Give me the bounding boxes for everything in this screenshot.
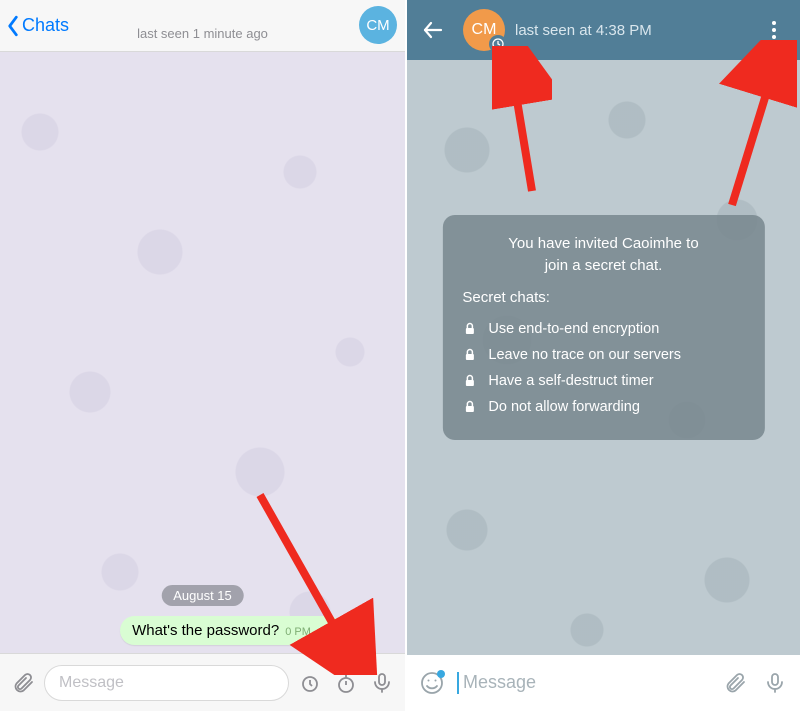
ios-input-bar: Message (0, 653, 405, 711)
input-placeholder: Message (463, 672, 536, 692)
lock-icon (462, 374, 476, 388)
paperclip-icon (11, 671, 35, 695)
self-destruct-timer-button[interactable] (295, 668, 325, 698)
lock-icon (462, 400, 476, 414)
clock-icon (492, 38, 504, 50)
ios-header: Chats last seen 1 minute ago CM (0, 0, 405, 52)
notification-dot-icon (437, 670, 445, 678)
ios-chat-screen: Chats last seen 1 minute ago CM August 1… (0, 0, 405, 711)
secret-chat-badge (489, 35, 507, 53)
feature-text: Do not allow forwarding (488, 399, 640, 415)
chat-status: last seen at 4:38 PM (515, 22, 744, 39)
android-header: CM last seen at 4:38 PM (407, 0, 800, 60)
secret-chat-feature: Do not allow forwarding (462, 394, 744, 420)
secret-chat-title: You have invited Caoimhe to join a secre… (462, 233, 744, 277)
secret-chat-subheading: Secret chats: (462, 289, 744, 306)
back-button[interactable] (413, 10, 453, 50)
outgoing-message[interactable]: What's the password? 0 PM ✓✓ (120, 616, 343, 645)
feature-text: Leave no trace on our servers (488, 347, 681, 363)
read-receipt-icon: ✓✓ (317, 624, 331, 638)
chevron-left-icon (6, 15, 20, 37)
title-line: You have invited Caoimhe to (508, 235, 698, 252)
input-placeholder: Message (59, 674, 124, 692)
more-vertical-icon (762, 18, 786, 42)
timer-icon (298, 671, 322, 695)
secret-chat-info-card: You have invited Caoimhe to join a secre… (442, 215, 764, 440)
message-text: What's the password? (132, 622, 279, 639)
avatar-initials: CM (366, 17, 389, 34)
secret-chat-feature: Have a self-destruct timer (462, 368, 744, 394)
paperclip-icon (723, 671, 747, 695)
microphone-icon (370, 671, 394, 695)
stopwatch-icon (334, 671, 358, 695)
attach-button[interactable] (720, 668, 750, 698)
attach-button[interactable] (8, 668, 38, 698)
contact-avatar[interactable]: CM (463, 9, 505, 51)
text-cursor-icon (457, 672, 459, 694)
android-input-bar: Message (407, 655, 800, 711)
contact-avatar[interactable]: CM (359, 6, 397, 44)
android-chat-screen: CM last seen at 4:38 PM You have invited… (405, 0, 800, 711)
arrow-left-icon (421, 18, 445, 42)
feature-text: Use end-to-end encryption (488, 321, 659, 337)
message-time: 0 PM (285, 626, 311, 638)
microphone-icon (763, 671, 787, 695)
back-button[interactable]: Chats (0, 15, 69, 37)
feature-text: Have a self-destruct timer (488, 373, 653, 389)
more-options-button[interactable] (754, 10, 794, 50)
voice-message-button[interactable] (367, 668, 397, 698)
title-line: join a secret chat. (545, 257, 663, 274)
date-separator: August 15 (161, 585, 244, 606)
chat-background (0, 52, 405, 653)
voice-message-button[interactable] (760, 668, 790, 698)
secret-chat-feature: Use end-to-end encryption (462, 316, 744, 342)
secret-chat-feature: Leave no trace on our servers (462, 342, 744, 368)
sticker-button[interactable] (417, 668, 447, 698)
stopwatch-button[interactable] (331, 668, 361, 698)
message-input[interactable]: Message (44, 665, 289, 701)
message-input[interactable]: Message (457, 672, 710, 694)
lock-icon (462, 348, 476, 362)
lock-icon (462, 322, 476, 336)
back-label: Chats (22, 15, 69, 36)
